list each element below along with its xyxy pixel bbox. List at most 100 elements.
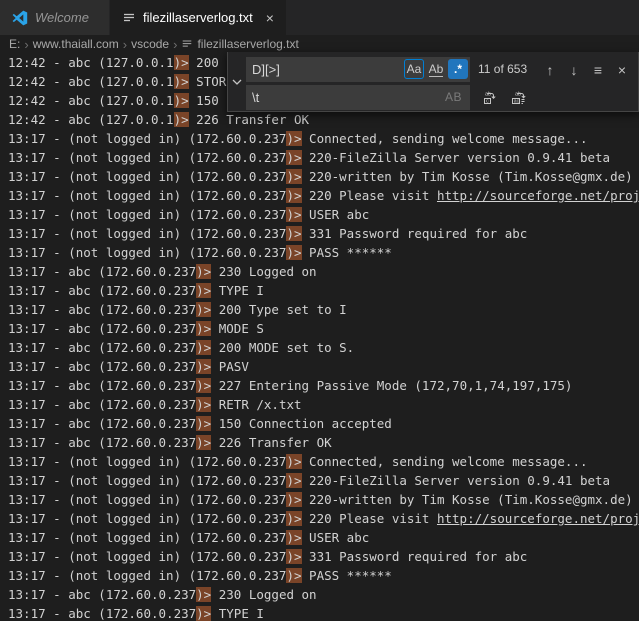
search-match-highlight: )>	[196, 302, 211, 317]
search-match-highlight: )>	[174, 55, 189, 70]
search-match-highlight: )>	[196, 397, 211, 412]
log-line: 13:17 - (not logged in) (172.60.0.237)> …	[8, 167, 639, 186]
log-line: 13:17 - (not logged in) (172.60.0.237)> …	[8, 471, 639, 490]
search-match-highlight: )>	[286, 549, 301, 564]
search-match-highlight: )>	[286, 511, 301, 526]
log-line: 13:17 - (not logged in) (172.60.0.237)> …	[8, 509, 639, 528]
breadcrumb-item-file[interactable]: filezillaserverlog.txt	[181, 37, 298, 51]
search-match-highlight: )>	[286, 568, 301, 583]
search-match-highlight: )>	[174, 74, 189, 89]
log-line: 13:17 - abc (172.60.0.237)> RETR /x.txt	[8, 395, 639, 414]
search-match-highlight: )>	[196, 587, 211, 602]
close-find-widget-button[interactable]: ×	[612, 57, 632, 82]
log-line: 13:17 - (not logged in) (172.60.0.237)> …	[8, 224, 639, 243]
log-line: 13:17 - abc (172.60.0.237)> 227 Entering…	[8, 376, 639, 395]
log-line: 13:17 - (not logged in) (172.60.0.237)> …	[8, 566, 639, 585]
text-file-icon	[122, 11, 136, 25]
previous-match-button[interactable]: ↑	[540, 57, 560, 82]
log-line: 13:17 - (not logged in) (172.60.0.237)> …	[8, 148, 639, 167]
search-match-highlight: )>	[196, 416, 211, 431]
search-match-highlight: )>	[286, 188, 301, 203]
breadcrumb-item-drive[interactable]: E:	[9, 37, 20, 51]
log-line: 13:17 - (not logged in) (172.60.0.237)> …	[8, 547, 639, 566]
text-file-icon	[181, 38, 193, 50]
svg-text:ab: ab	[515, 91, 521, 97]
search-match-highlight: )>	[196, 321, 211, 336]
log-line: 12:42 - abc (127.0.0.1)> 226 Transfer OK	[8, 110, 639, 129]
search-match-highlight: )>	[196, 435, 211, 450]
tab-welcome[interactable]: Welcome	[0, 0, 110, 35]
whole-word-toggle[interactable]: Ab	[426, 59, 446, 79]
log-line: 13:17 - (not logged in) (172.60.0.237)> …	[8, 243, 639, 262]
svg-text:ab: ab	[485, 91, 491, 97]
search-match-highlight: )>	[286, 150, 301, 165]
tab-close-icon[interactable]: ×	[266, 11, 274, 25]
log-line: 13:17 - abc (172.60.0.237)> TYPE I	[8, 281, 639, 300]
search-match-highlight: )>	[174, 93, 189, 108]
log-line: 13:17 - (not logged in) (172.60.0.237)> …	[8, 528, 639, 547]
breadcrumb-file-label: filezillaserverlog.txt	[197, 37, 298, 51]
log-line: 13:17 - abc (172.60.0.237)> 200 Type set…	[8, 300, 639, 319]
match-case-toggle[interactable]: Aa	[404, 59, 424, 79]
log-line: 13:17 - abc (172.60.0.237)> 200 MODE set…	[8, 338, 639, 357]
replace-input[interactable]: \t AB	[246, 85, 470, 110]
toggle-replace-button[interactable]	[228, 52, 245, 111]
search-match-highlight: )>	[286, 131, 301, 146]
search-match-highlight: )>	[196, 340, 211, 355]
log-line: 13:17 - (not logged in) (172.60.0.237)> …	[8, 186, 639, 205]
search-match-highlight: )>	[286, 245, 301, 260]
svg-text:c: c	[486, 98, 489, 104]
find-input-value: D][>]	[252, 62, 280, 77]
preserve-case-toggle[interactable]: AB	[445, 85, 462, 110]
log-line: 13:17 - abc (172.60.0.237)> MODE S	[8, 319, 639, 338]
log-line: 13:17 - (not logged in) (172.60.0.237)> …	[8, 205, 639, 224]
search-match-highlight: )>	[196, 378, 211, 393]
tab-filezillaserverlog[interactable]: filezillaserverlog.txt ×	[110, 0, 286, 35]
find-in-selection-button[interactable]: ≡	[588, 57, 608, 82]
next-match-button[interactable]: ↓	[564, 57, 584, 82]
match-count: 11 of 653	[478, 57, 527, 82]
find-input[interactable]: D][>] Aa Ab .*	[246, 57, 470, 82]
search-match-highlight: )>	[196, 359, 211, 374]
log-line: 13:17 - abc (172.60.0.237)> 230 Logged o…	[8, 585, 639, 604]
replace-icon[interactable]: c ab	[478, 85, 502, 110]
regex-toggle[interactable]: .*	[448, 59, 468, 79]
search-match-highlight: )>	[286, 530, 301, 545]
replace-input-value: \t	[252, 90, 259, 105]
log-line: 13:17 - (not logged in) (172.60.0.237)> …	[8, 129, 639, 148]
breadcrumb-item-folder[interactable]: www.thaiall.com	[33, 37, 119, 51]
search-match-highlight: )>	[196, 606, 211, 621]
breadcrumb-separator-icon: ›	[24, 37, 28, 52]
url-link[interactable]: http://sourceforge.net/proj	[437, 511, 639, 526]
log-line: 13:17 - abc (172.60.0.237)> 150 Connecti…	[8, 414, 639, 433]
search-match-highlight: )>	[286, 473, 301, 488]
log-line: 13:17 - abc (172.60.0.237)> PASV	[8, 357, 639, 376]
log-line: 13:17 - abc (172.60.0.237)> 230 Logged o…	[8, 262, 639, 281]
search-match-highlight: )>	[174, 112, 189, 127]
log-line: 13:17 - abc (172.60.0.237)> 226 Transfer…	[8, 433, 639, 452]
breadcrumb-separator-icon: ›	[173, 37, 177, 52]
search-match-highlight: )>	[196, 264, 211, 279]
svg-text:ac: ac	[514, 98, 520, 104]
search-match-highlight: )>	[286, 226, 301, 241]
replace-all-icon[interactable]: ac ab	[507, 85, 531, 110]
search-match-highlight: )>	[196, 283, 211, 298]
log-line: 13:17 - abc (172.60.0.237)> TYPE I	[8, 604, 639, 621]
log-line: 13:17 - (not logged in) (172.60.0.237)> …	[8, 452, 639, 471]
vscode-logo-icon	[12, 10, 28, 26]
tab-bar: Welcome filezillaserverlog.txt ×	[0, 0, 639, 35]
search-match-highlight: )>	[286, 207, 301, 222]
find-widget: D][>] Aa Ab .* 11 of 653 ↑ ↓ ≡ × \t AB c…	[227, 52, 639, 112]
breadcrumb-item-subfolder[interactable]: vscode	[131, 37, 169, 51]
url-link[interactable]: http://sourceforge.net/proj	[437, 188, 639, 203]
chevron-down-icon	[231, 76, 243, 88]
search-match-highlight: )>	[286, 454, 301, 469]
log-line: 13:17 - (not logged in) (172.60.0.237)> …	[8, 490, 639, 509]
editor[interactable]: 12:42 - abc (127.0.0.1)> 20012:42 - abc …	[0, 53, 639, 621]
search-match-highlight: )>	[286, 169, 301, 184]
breadcrumb-separator-icon: ›	[123, 37, 127, 52]
search-match-highlight: )>	[286, 492, 301, 507]
breadcrumb: E: › www.thaiall.com › vscode › filezill…	[0, 35, 639, 53]
tab-welcome-label: Welcome	[35, 10, 89, 25]
tab-file-label: filezillaserverlog.txt	[143, 10, 253, 25]
